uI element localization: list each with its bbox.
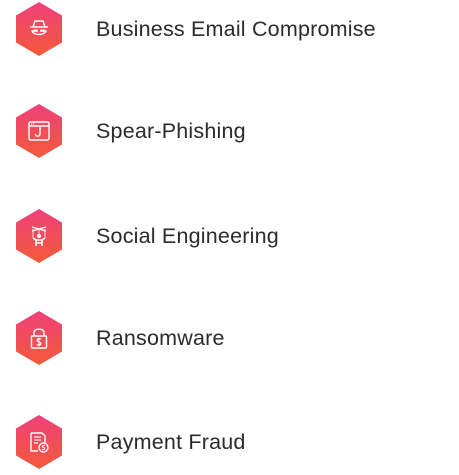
threat-item-social-engineering: Social Engineering xyxy=(14,203,279,269)
threat-list: Business Email Compromise Spear-Phishing… xyxy=(0,0,459,474)
threat-item-ransomware: Ransomware xyxy=(14,305,225,371)
threat-item-payment-fraud: Payment Fraud xyxy=(14,409,246,475)
hexagon-badge xyxy=(14,102,64,160)
threat-label: Payment Fraud xyxy=(96,429,246,454)
hexagon-badge xyxy=(14,207,64,265)
threat-label: Business Email Compromise xyxy=(96,16,376,41)
invoice-fraud-icon xyxy=(30,432,49,453)
phishing-hook-icon xyxy=(28,121,50,141)
spy-icon xyxy=(30,20,48,36)
threat-item-spear-phishing: Spear-Phishing xyxy=(14,98,246,164)
hexagon-badge xyxy=(14,413,64,471)
threat-label: Spear-Phishing xyxy=(96,118,246,143)
threat-label: Social Engineering xyxy=(96,223,279,248)
threat-item-business-email-compromise: Business Email Compromise xyxy=(14,0,376,62)
threat-label: Ransomware xyxy=(96,325,225,350)
hexagon-badge xyxy=(14,0,64,58)
locked-dollar-icon xyxy=(30,328,48,349)
puppet-icon xyxy=(31,226,47,246)
hexagon-badge xyxy=(14,309,64,367)
